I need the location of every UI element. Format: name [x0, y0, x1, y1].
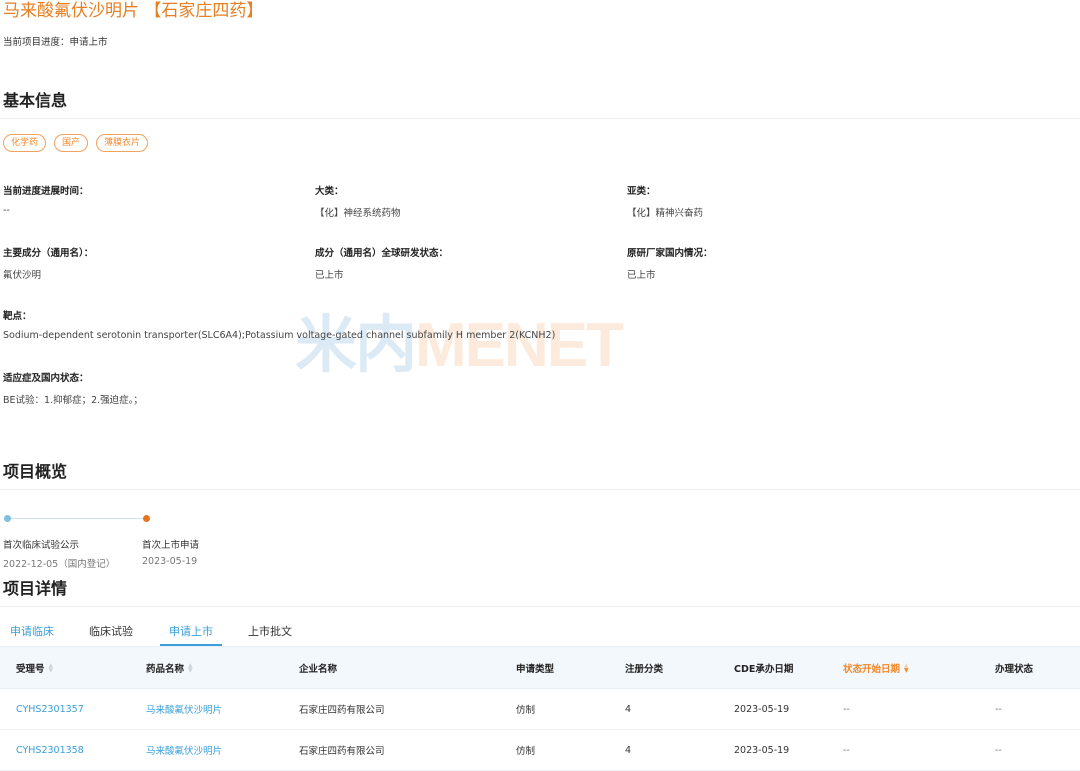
- acceptance-no-link[interactable]: CYHS2301357: [16, 689, 84, 729]
- col-header-status-start-date[interactable]: 状态开始日期 ▲ ▼: [843, 647, 909, 688]
- tag-chemical-drug: 化学药: [3, 134, 47, 152]
- registration-class-cell: 4: [625, 744, 632, 756]
- progress-label: 当前项目进度：: [3, 37, 70, 48]
- tag-list: 化学药 国产 薄膜衣片: [3, 134, 149, 152]
- basic-info-divider: [0, 118, 1080, 119]
- application-type-cell: 仿制: [516, 705, 536, 716]
- basic-info-heading: 基本信息: [3, 91, 68, 110]
- category-label: 大类：: [315, 186, 344, 197]
- registration-class-cell: 4: [625, 703, 632, 715]
- global-status-label: 成分（通用名）全球研发状态：: [315, 248, 449, 259]
- col-header-status-start-date-label: 状态开始日期: [843, 663, 901, 675]
- company-cell: 石家庄四药有限公司: [299, 705, 385, 716]
- target-value: Sodium-dependent serotonin transporter(S…: [3, 330, 556, 341]
- overview-divider: [0, 489, 1080, 490]
- acceptance-no-link[interactable]: CYHS2301358: [16, 730, 84, 770]
- watermark-logo: 米内MENET: [295, 311, 624, 380]
- application-table: 受理号 ▲ ▼ 药品名称 ▲ ▼ 企业名称 申请类型 注册分类 CDE承办日期 状态…: [0, 646, 1080, 771]
- timeline-dot-market: [143, 515, 150, 522]
- originator-status-label: 原研厂家国内情况：: [627, 248, 713, 259]
- sort-icon[interactable]: ▲ ▼: [48, 662, 54, 674]
- cde-date-cell: 2023-05-19: [734, 744, 790, 756]
- originator-status-value: 已上市: [627, 270, 656, 281]
- handling-status-cell: --: [995, 744, 1002, 756]
- progress-value: 申请上市: [69, 37, 108, 48]
- details-heading: 项目详情: [3, 579, 68, 598]
- subcategory-value: 【化】精神兴奋药: [627, 208, 704, 219]
- timeline-dot-clinical: [4, 515, 11, 522]
- company-cell: 石家庄四药有限公司: [299, 746, 385, 757]
- table-row: CYHS2301358 马来酸氟伏沙明片 石家庄四药有限公司 仿制 4 2023…: [0, 730, 1080, 771]
- col-header-drug-name[interactable]: 药品名称 ▲ ▼: [146, 647, 193, 688]
- sort-up-icon: ▲: [904, 661, 909, 669]
- sort-icon[interactable]: ▲ ▼: [904, 661, 909, 673]
- col-header-registration-class: 注册分类: [625, 663, 664, 675]
- watermark-part-cn: 米内: [295, 311, 417, 380]
- tag-film-coated: 薄膜衣片: [96, 134, 149, 152]
- tab-apply-market[interactable]: 申请上市: [169, 622, 213, 642]
- table-header-row: 受理号 ▲ ▼ 药品名称 ▲ ▼ 企业名称 申请类型 注册分类 CDE承办日期 状态…: [0, 646, 1080, 689]
- drug-name-link[interactable]: 马来酸氟伏沙明片: [146, 689, 222, 729]
- col-header-cde-date: CDE承办日期: [734, 663, 794, 675]
- watermark-part-en: MENET: [415, 311, 624, 380]
- sort-down-icon: ▼: [188, 666, 193, 674]
- indication-value: BE试验：1.抑郁症；2.强迫症。；: [3, 395, 143, 406]
- target-label: 靶点：: [3, 311, 32, 322]
- milestone-clinical-label: 首次临床试验公示: [3, 540, 80, 551]
- details-divider: [0, 606, 1080, 607]
- status-start-date-cell: --: [843, 744, 850, 756]
- col-header-drug-name-label: 药品名称: [146, 663, 185, 675]
- indication-label: 适应症及国内状态：: [3, 373, 89, 384]
- sort-down-icon: ▼: [48, 666, 54, 674]
- col-header-acceptance-no[interactable]: 受理号 ▲ ▼: [16, 647, 53, 688]
- status-start-date-cell: --: [843, 703, 850, 715]
- main-ingredient-label: 主要成分（通用名）：: [3, 248, 94, 259]
- drug-name-link[interactable]: 马来酸氟伏沙明片: [146, 730, 222, 770]
- cde-date-cell: 2023-05-19: [734, 703, 790, 715]
- col-header-company: 企业名称: [299, 663, 338, 675]
- current-progress-time-value: --: [3, 205, 10, 216]
- current-progress-time-label: 当前进度进展时间：: [3, 186, 89, 197]
- application-type-cell: 仿制: [516, 746, 536, 757]
- page-title: 马来酸氟伏沙明片 【石家庄四药】: [3, 1, 264, 21]
- details-tab-bar: 申请临床 临床试验 申请上市 上市批文: [0, 622, 1080, 646]
- main-ingredient-value: 氟伏沙明: [3, 270, 42, 281]
- tag-domestic: 国产: [54, 134, 89, 152]
- global-status-value: 已上市: [315, 270, 344, 281]
- col-header-application-type: 申请类型: [516, 663, 555, 675]
- col-header-handling-status: 办理状态: [995, 663, 1034, 675]
- timeline-line: [7, 518, 146, 519]
- subcategory-label: 亚类：: [627, 186, 656, 197]
- sort-icon[interactable]: ▲ ▼: [188, 662, 193, 674]
- col-header-acceptance-no-label: 受理号: [16, 663, 45, 675]
- overview-heading: 项目概览: [3, 462, 68, 481]
- milestone-market-label: 首次上市申请: [142, 540, 200, 551]
- tab-market-approval[interactable]: 上市批文: [248, 622, 292, 642]
- table-row: CYHS2301357 马来酸氟伏沙明片 石家庄四药有限公司 仿制 4 2023…: [0, 689, 1080, 730]
- tab-clinical-trial[interactable]: 临床试验: [89, 622, 133, 642]
- tab-apply-clinical[interactable]: 申请临床: [10, 622, 54, 642]
- current-progress: 当前项目进度：申请上市: [3, 34, 108, 48]
- milestone-clinical-date: 2022-12-05（国内登记）: [3, 559, 116, 570]
- category-value: 【化】神经系统药物: [315, 208, 401, 219]
- handling-status-cell: --: [995, 703, 1002, 715]
- milestone-market-date: 2023-05-19: [142, 556, 198, 567]
